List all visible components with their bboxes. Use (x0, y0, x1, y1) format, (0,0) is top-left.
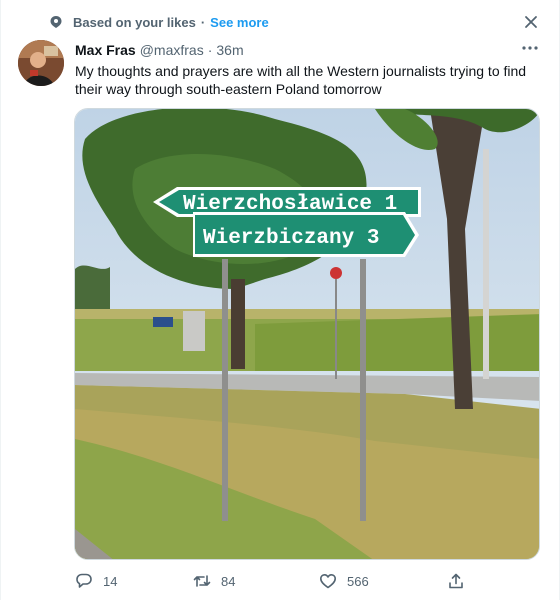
author-name[interactable]: Max Fras (75, 42, 136, 58)
reply-count: 14 (103, 573, 118, 589)
tweet-photo[interactable]: Wierzchosławice 1 Wierzbiczany 3 (74, 108, 540, 560)
sparkle-pin-icon (50, 16, 62, 28)
header-separator: · (207, 42, 213, 58)
retweet-icon (193, 575, 211, 587)
close-icon[interactable] (521, 12, 541, 32)
context-row: Based on your likes · See more (49, 12, 269, 32)
tweet-card[interactable]: Based on your likes · See more Max Fras … (0, 0, 560, 600)
tweet-time[interactable]: 36m (216, 42, 243, 58)
see-more-link[interactable]: See more (210, 15, 269, 30)
retweet-count: 84 (221, 573, 236, 589)
like-button[interactable]: 566 (319, 570, 369, 592)
context-separator: · (200, 14, 206, 30)
tweet-text: My thoughts and prayers are with all the… (75, 63, 527, 97)
tweet-actions: 14 84 566 (75, 570, 545, 592)
share-icon (449, 573, 463, 589)
share-button[interactable] (447, 570, 475, 592)
author-handle[interactable]: @maxfras (140, 42, 204, 58)
retweet-button[interactable]: 84 (193, 570, 235, 592)
reply-icon (76, 573, 92, 588)
reply-button[interactable]: 14 (75, 570, 117, 592)
heart-icon (320, 574, 336, 589)
context-label: Based on your likes (73, 14, 196, 30)
sign-top-text: Wierzchosławice 1 (183, 193, 397, 216)
tweet-header: Max Fras @maxfras · 36m (75, 41, 244, 59)
like-count: 566 (347, 573, 369, 589)
avatar[interactable] (18, 40, 64, 86)
more-icon[interactable] (519, 38, 541, 58)
sign-bottom-text: Wierzbiczany 3 (203, 227, 379, 250)
